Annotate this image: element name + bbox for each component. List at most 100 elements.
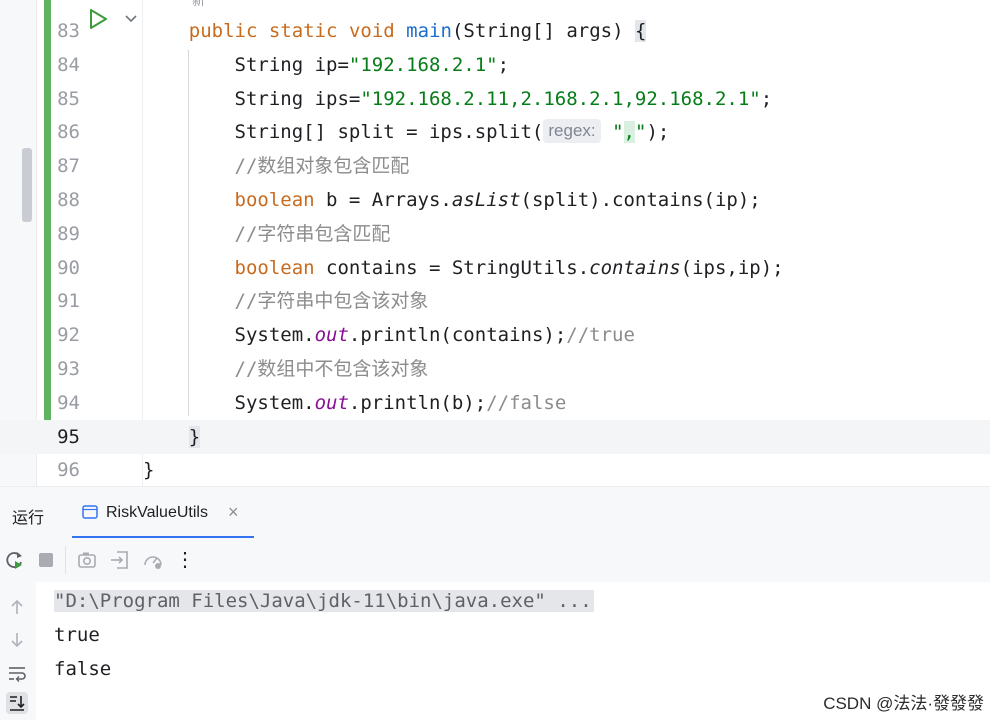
line-number[interactable]: 91 <box>52 284 80 318</box>
more-options-icon[interactable]: ⋮ <box>174 547 196 571</box>
code-token: String ip= <box>143 53 349 76</box>
rerun-icon[interactable] <box>3 549 25 571</box>
code-line[interactable]: 85 String ips="192.168.2.11,2.168.2.1,92… <box>0 82 990 116</box>
code-line[interactable]: 83 public static void main(String[] args… <box>0 14 990 48</box>
line-number[interactable]: 87 <box>52 149 80 183</box>
code-token: } <box>143 459 155 482</box>
line-number[interactable]: 94 <box>52 386 80 420</box>
code-line[interactable]: 94 System.out.println(b);//false <box>0 386 990 420</box>
code-text: boolean b = Arrays.asList(split).contain… <box>143 183 761 217</box>
line-number[interactable]: 86 <box>52 115 80 149</box>
code-token: public <box>188 20 258 42</box>
code-token: //字符串中包含该对象 <box>143 290 429 313</box>
toolbar-divider <box>65 546 66 574</box>
code-text: //字符串中包含该对象 <box>143 284 429 318</box>
stop-icon[interactable] <box>35 549 57 571</box>
code-token: void <box>348 20 395 42</box>
code-token: boolean <box>234 189 315 211</box>
line-number[interactable]: 89 <box>52 217 80 251</box>
import-icon[interactable] <box>109 549 131 571</box>
run-main-icon[interactable] <box>87 8 109 30</box>
code-token: main <box>406 20 452 42</box>
code-line[interactable]: 87 //数组对象包含匹配 <box>0 149 990 183</box>
code-line[interactable]: 88 boolean b = Arrays.asList(split).cont… <box>0 183 990 217</box>
code-token: "192.168.2.1" <box>348 53 498 76</box>
line-number[interactable]: 95 <box>52 420 80 454</box>
line-number[interactable]: 83 <box>52 14 80 48</box>
code-token: (String[] args) <box>451 20 635 42</box>
arrow-down-icon[interactable] <box>6 629 28 651</box>
code-token: out <box>314 324 349 347</box>
code-token: //true <box>566 324 635 347</box>
code-token: System. <box>143 391 315 414</box>
code-token: boolean <box>234 256 315 279</box>
line-number[interactable]: 85 <box>52 82 80 116</box>
code-token: , <box>623 121 635 144</box>
line-number[interactable]: 93 <box>52 352 80 386</box>
code-editor[interactable]: 新 83 public static void main(String[] ar… <box>0 0 990 486</box>
code-token: ); <box>646 121 670 144</box>
code-line[interactable]: 95 } <box>0 419 990 454</box>
line-number[interactable]: 90 <box>52 251 80 285</box>
code-text: //数组中不包含该对象 <box>143 352 429 386</box>
code-line[interactable]: 84 String ip="192.168.2.1"; <box>0 48 990 82</box>
camera-icon[interactable] <box>76 549 98 571</box>
tab-label: RiskValueUtils <box>106 504 208 521</box>
parameter-hint: regex: <box>543 119 601 144</box>
code-line[interactable]: 92 System.out.println(contains);//true <box>0 318 990 352</box>
code-token: .println(contains); <box>348 324 567 347</box>
line-number[interactable]: 96 <box>52 453 80 486</box>
code-text: //数组对象包含匹配 <box>143 149 410 183</box>
code-token: asList <box>451 189 521 211</box>
code-token: //false <box>486 391 567 414</box>
code-line[interactable]: 91 //字符串中包含该对象 <box>0 284 990 318</box>
code-token: " <box>612 121 624 144</box>
code-token: out <box>314 391 349 414</box>
code-token: System. <box>143 324 315 347</box>
run-window-title: 运行 <box>12 510 45 527</box>
speedometer-icon[interactable] <box>142 549 164 571</box>
code-text: System.out.println(contains);//true <box>143 318 635 352</box>
scroll-to-end-icon[interactable] <box>6 692 28 714</box>
run-tool-window-header: 运行 RiskValueUtils × <box>0 486 990 539</box>
code-line[interactable]: 96} <box>0 453 990 486</box>
arrow-up-icon[interactable] <box>6 596 28 618</box>
chevron-down-icon[interactable] <box>124 14 138 24</box>
code-line[interactable]: 89 //字符串包含匹配 <box>0 217 990 251</box>
top-partial-text: 新 <box>192 0 206 9</box>
code-token: //字符串包含匹配 <box>143 222 391 245</box>
line-number[interactable]: 84 <box>52 48 80 82</box>
code-text: String ip="192.168.2.1"; <box>143 48 510 82</box>
code-text: } <box>143 420 201 454</box>
code-line[interactable]: 86 String[] split = ips.split(regex: ","… <box>0 115 990 149</box>
code-line[interactable]: 93 //数组中不包含该对象 <box>0 352 990 386</box>
soft-wrap-icon[interactable] <box>6 662 28 684</box>
tab-riskvalueutils[interactable]: RiskValueUtils × <box>72 487 254 537</box>
console-output[interactable]: "D:\Program Files\Java\jdk-11\bin\java.e… <box>0 582 990 720</box>
console-command-line: "D:\Program Files\Java\jdk-11\bin\java.e… <box>54 584 594 618</box>
code-token: (split).contains(ip); <box>520 189 761 211</box>
watermark: CSDN @法法·發發發 <box>823 694 984 713</box>
code-token: String ips= <box>143 87 361 110</box>
code-text: } <box>143 453 154 486</box>
code-token: static <box>268 20 338 42</box>
code-token: String[] split = ips.split( <box>143 121 544 144</box>
console-side-toolbar <box>0 582 36 720</box>
console-icon <box>82 505 98 519</box>
code-token: { <box>634 20 647 42</box>
close-icon[interactable]: × <box>228 502 239 523</box>
code-line[interactable]: 90 boolean contains = StringUtils.contai… <box>0 251 990 285</box>
line-number[interactable]: 92 <box>52 318 80 352</box>
code-text: public static void main(String[] args) { <box>143 14 647 48</box>
code-token: //数组对象包含匹配 <box>143 155 410 178</box>
code-token: contains <box>589 256 681 279</box>
console-output-line: true <box>54 624 100 646</box>
line-number[interactable]: 88 <box>52 183 80 217</box>
